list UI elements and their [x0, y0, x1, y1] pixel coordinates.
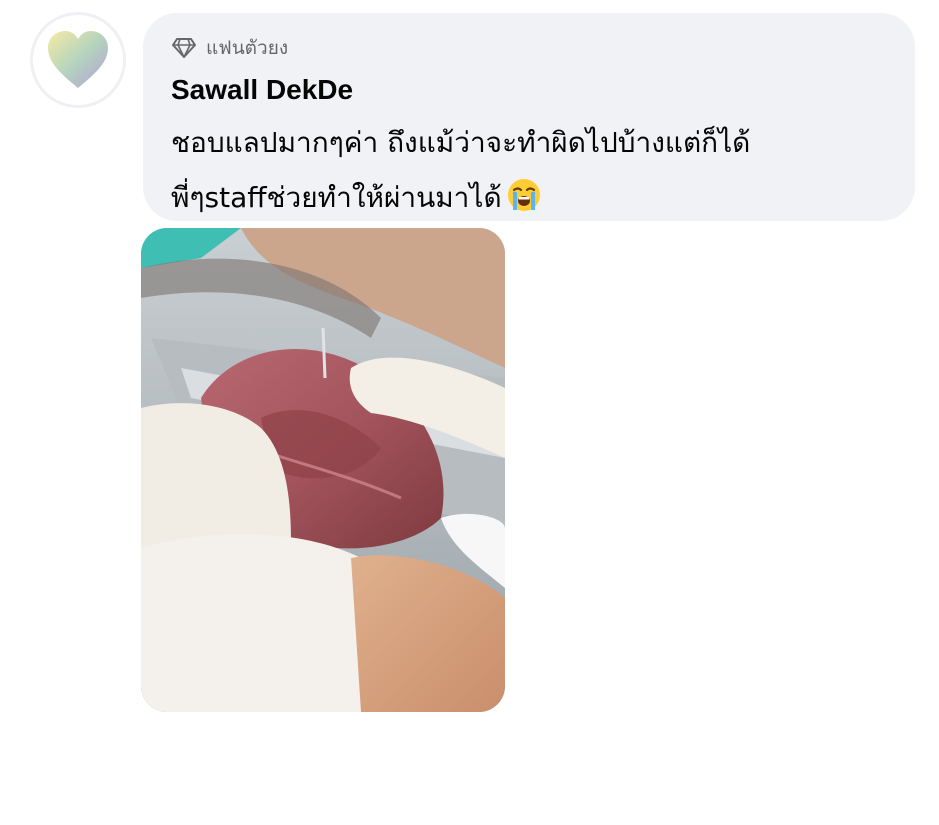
avatar[interactable] — [30, 12, 126, 108]
comment-text: ชอบแลปมากๆค่า ถึงแม้ว่าจะทำผิดไปบ้างแต่ก… — [171, 115, 901, 225]
comment-line-1: ชอบแลปมากๆค่า ถึงแม้ว่าจะทำผิดไปบ้างแต่ก… — [171, 126, 751, 159]
comment-line-2: พี่ๆstaffช่วยทำให้ผ่านมาได้ — [171, 170, 901, 225]
badge-label: แฟนตัวยง — [206, 37, 289, 59]
comment-bubble: แฟนตัวยง Sawall DekDe ชอบแลปมากๆค่า ถึงแ… — [143, 13, 915, 221]
diamond-icon — [172, 38, 196, 58]
author-name[interactable]: Sawall DekDe — [171, 73, 887, 107]
heart-icon — [48, 31, 108, 88]
comment-thread: แฟนตัวยง Sawall DekDe ชอบแลปมากๆค่า ถึงแ… — [0, 0, 939, 825]
comment-line-2-text: พี่ๆstaffช่วยทำให้ผ่านมาได้ — [171, 181, 502, 214]
top-fan-badge[interactable]: แฟนตัวยง — [171, 33, 887, 63]
crying-face-emoji — [506, 176, 542, 231]
attached-photo[interactable] — [141, 228, 505, 712]
